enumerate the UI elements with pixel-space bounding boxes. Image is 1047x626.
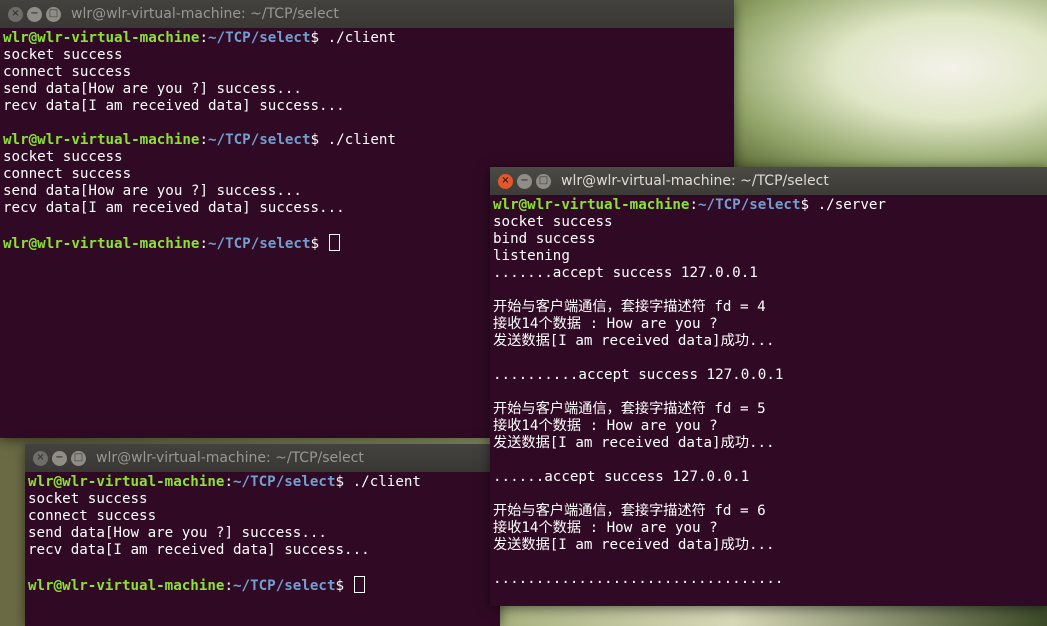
prompt-line: wlr@wlr-virtual-machine:~/TCP/select$ <box>28 576 497 594</box>
prompt-path: ~/TCP/select <box>698 197 801 213</box>
text-cursor <box>328 234 340 251</box>
output-line: send data[How are you ?] success... <box>3 81 302 97</box>
prompt-user: wlr@wlr-virtual-machine <box>3 236 200 252</box>
output-line: .......accept success 127.0.0.1 <box>493 265 758 281</box>
window-title: wlr@wlr-virtual-machine: ~/TCP/select <box>96 450 364 466</box>
output-line: recv data[I am received data] success... <box>28 542 370 558</box>
minimize-icon[interactable]: − <box>27 6 42 22</box>
prompt-symbol: $ <box>335 578 353 594</box>
output-line: connect success <box>28 508 157 524</box>
prompt-line: wlr@wlr-virtual-machine:~/TCP/select$ ./… <box>3 132 731 149</box>
close-icon[interactable]: × <box>33 450 48 466</box>
output-line: socket success <box>493 214 613 230</box>
minimize-icon[interactable]: − <box>52 450 67 466</box>
prompt-symbol: $ <box>310 236 328 252</box>
output-line: 开始与客户端通信，套接字描述符 fd = 5 <box>493 401 766 417</box>
prompt-line: wlr@wlr-virtual-machine:~/TCP/select$ ./… <box>3 30 731 47</box>
prompt-path: ~/TCP/select <box>208 30 311 46</box>
maximize-icon[interactable]: □ <box>46 6 61 22</box>
command-text: ./server <box>817 197 886 213</box>
prompt-path: ~/TCP/select <box>233 474 336 490</box>
close-icon[interactable]: × <box>498 173 513 189</box>
output-line: .................................. <box>493 571 784 587</box>
prompt-path: ~/TCP/select <box>233 578 336 594</box>
prompt-user: wlr@wlr-virtual-machine <box>3 30 200 46</box>
terminal-window-client-2[interactable]: × − □ wlr@wlr-virtual-machine: ~/TCP/sel… <box>25 444 500 626</box>
output-line: bind success <box>493 231 596 247</box>
prompt-separator: : <box>199 236 209 252</box>
output-line: ......accept success 127.0.0.1 <box>493 469 750 485</box>
output-line: recv data[I am received data] success... <box>3 98 345 114</box>
window-title: wlr@wlr-virtual-machine: ~/TCP/select <box>561 173 829 189</box>
terminal-output[interactable]: wlr@wlr-virtual-machine:~/TCP/select$ ./… <box>25 472 500 595</box>
command-text: ./client <box>327 30 396 46</box>
command-text: ./client <box>352 474 421 490</box>
prompt-user: wlr@wlr-virtual-machine <box>493 197 690 213</box>
terminal-output[interactable]: wlr@wlr-virtual-machine:~/TCP/select$ ./… <box>490 195 1047 590</box>
prompt-symbol: $ <box>310 132 328 148</box>
output-line: 接收14个数据 : How are you ? <box>493 418 718 434</box>
prompt-path: ~/TCP/select <box>208 132 311 148</box>
prompt-symbol: $ <box>335 474 353 490</box>
output-line: 发送数据[I am received data]成功... <box>493 435 775 451</box>
prompt-user: wlr@wlr-virtual-machine <box>28 578 225 594</box>
prompt-user: wlr@wlr-virtual-machine <box>3 132 200 148</box>
titlebar[interactable]: × − □ wlr@wlr-virtual-machine: ~/TCP/sel… <box>25 444 500 472</box>
prompt-user: wlr@wlr-virtual-machine <box>28 474 225 490</box>
titlebar[interactable]: × − □ wlr@wlr-virtual-machine: ~/TCP/sel… <box>0 0 734 28</box>
output-line: listening <box>493 248 570 264</box>
output-line: connect success <box>3 64 132 80</box>
prompt-line: wlr@wlr-virtual-machine:~/TCP/select$ ./… <box>493 197 1044 214</box>
prompt-separator: : <box>199 132 209 148</box>
close-icon[interactable]: × <box>8 6 23 22</box>
command-text: ./client <box>327 132 396 148</box>
maximize-icon[interactable]: □ <box>71 450 86 466</box>
maximize-icon[interactable]: □ <box>536 173 551 189</box>
window-title: wlr@wlr-virtual-machine: ~/TCP/select <box>71 6 339 22</box>
prompt-separator: : <box>689 197 699 213</box>
output-line: 开始与客户端通信，套接字描述符 fd = 6 <box>493 503 766 519</box>
output-line: ..........accept success 127.0.0.1 <box>493 367 784 383</box>
output-line: socket success <box>3 149 123 165</box>
output-line: 接收14个数据 : How are you ? <box>493 316 718 332</box>
minimize-icon[interactable]: − <box>517 173 532 189</box>
desktop-wallpaper-top <box>720 0 1047 170</box>
titlebar[interactable]: × − □ wlr@wlr-virtual-machine: ~/TCP/sel… <box>490 167 1047 195</box>
prompt-line: wlr@wlr-virtual-machine:~/TCP/select$ ./… <box>28 474 497 491</box>
prompt-separator: : <box>224 578 234 594</box>
prompt-symbol: $ <box>310 30 328 46</box>
terminal-window-server[interactable]: × − □ wlr@wlr-virtual-machine: ~/TCP/sel… <box>490 167 1047 606</box>
output-line: 发送数据[I am received data]成功... <box>493 333 775 349</box>
output-line: 开始与客户端通信，套接字描述符 fd = 4 <box>493 299 766 315</box>
prompt-path: ~/TCP/select <box>208 236 311 252</box>
output-line: socket success <box>3 47 123 63</box>
prompt-separator: : <box>224 474 234 490</box>
output-line: send data[How are you ?] success... <box>28 525 327 541</box>
prompt-symbol: $ <box>800 197 818 213</box>
prompt-separator: : <box>199 30 209 46</box>
text-cursor <box>353 576 365 593</box>
output-line: 接收14个数据 : How are you ? <box>493 520 718 536</box>
output-line: socket success <box>28 491 148 507</box>
output-line: 发送数据[I am received data]成功... <box>493 537 775 553</box>
